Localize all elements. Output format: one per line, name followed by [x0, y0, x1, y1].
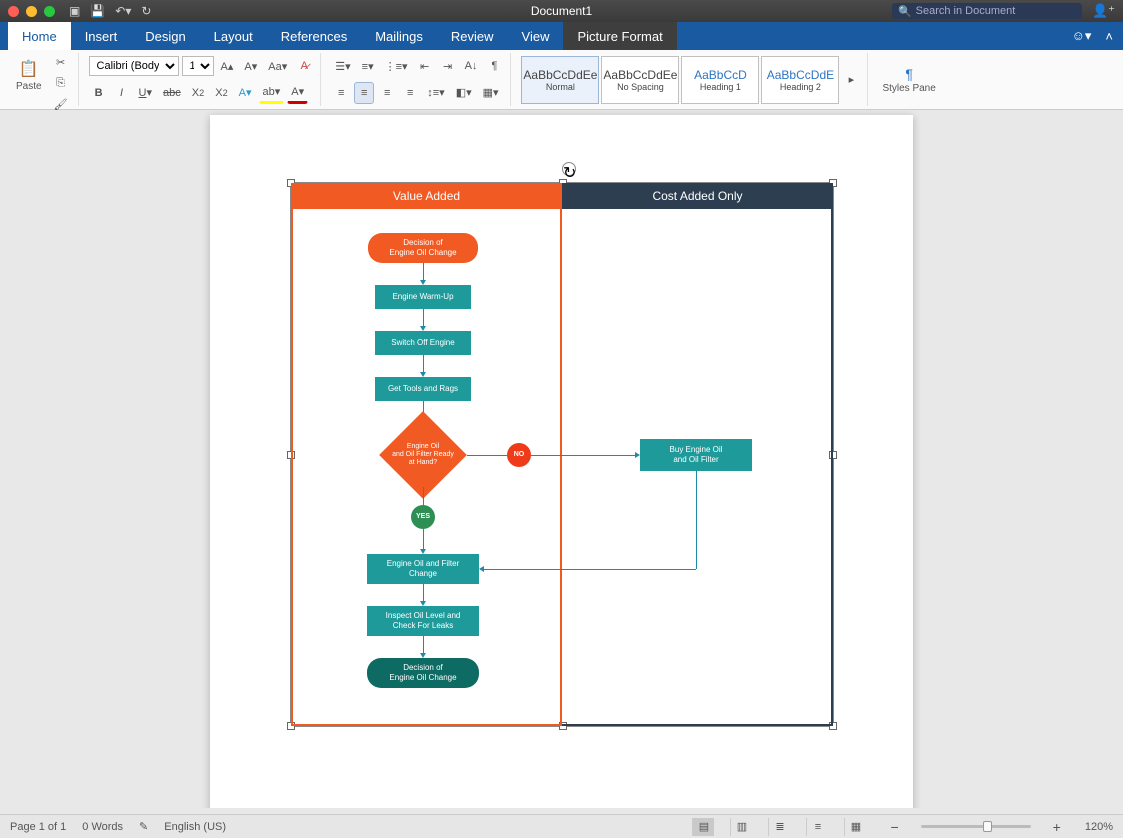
node-decision: Engine Oil and Oil Filter Ready at Hand? [379, 425, 467, 485]
strike-button[interactable]: abc [159, 82, 185, 104]
window-toggle-icon[interactable]: ▣ [69, 4, 80, 18]
italic-button[interactable]: I [112, 82, 132, 104]
ribbon: 📋 Paste ✂ ⎘ 🖌 Calibri (Body) 12 A▴ A▾ Aa… [0, 50, 1123, 110]
text-effects-icon[interactable]: A▾ [235, 82, 256, 104]
line-spacing-icon[interactable]: ↕≡▾ [423, 82, 448, 104]
change-case-icon[interactable]: Aa▾ [264, 55, 291, 77]
rotation-handle[interactable]: ↻ [562, 162, 576, 176]
node-yes: YES [411, 505, 435, 529]
share-icon[interactable]: 👤⁺ [1092, 3, 1115, 19]
shading-icon[interactable]: ◧▾ [452, 82, 476, 104]
tab-layout[interactable]: Layout [200, 22, 267, 50]
undo-icon[interactable]: ↶▾ [115, 4, 131, 18]
multilevel-list-icon[interactable]: ⋮≡▾ [381, 55, 412, 77]
view-web-layout-icon[interactable]: ▥ [730, 818, 752, 836]
zoom-level[interactable]: 120% [1085, 821, 1113, 833]
sort-icon[interactable]: A↓ [461, 55, 482, 77]
picture-selection[interactable]: Value Added Cost Added Only Decision of … [290, 182, 834, 727]
col-header-value-added: Value Added [291, 183, 562, 209]
copy-icon[interactable]: ⎘ [50, 74, 72, 93]
underline-button[interactable]: U▾ [135, 82, 156, 104]
redo-icon[interactable]: ↻ [141, 4, 151, 18]
page: ↻ Value Added Cost Added Only Decision o… [210, 115, 913, 808]
node-tools: Get Tools and Rags [375, 377, 471, 401]
highlight-icon[interactable]: ab▾ [259, 82, 285, 104]
node-change: Engine Oil and Filter Change [367, 554, 479, 584]
tab-picture-format[interactable]: Picture Format [563, 22, 676, 50]
node-no: NO [507, 443, 531, 467]
superscript-button[interactable]: X2 [211, 82, 231, 104]
clear-formatting-icon[interactable]: A̷ [294, 55, 314, 77]
flowchart-image: Value Added Cost Added Only Decision of … [291, 183, 833, 726]
zoom-slider[interactable] [921, 825, 1031, 828]
view-outline-icon[interactable]: ≣ [768, 818, 790, 836]
paste-button[interactable]: 📋 Paste [12, 53, 46, 97]
bold-button[interactable]: B [89, 82, 109, 104]
view-draft-icon[interactable]: ≡ [806, 818, 828, 836]
status-language[interactable]: English (US) [164, 821, 226, 833]
tab-home[interactable]: Home [8, 22, 71, 50]
align-center-icon[interactable]: ≡ [354, 82, 374, 104]
zoom-out-icon[interactable]: − [890, 819, 898, 835]
status-page[interactable]: Page 1 of 1 [10, 821, 66, 833]
tab-design[interactable]: Design [131, 22, 199, 50]
document-area[interactable]: ↻ Value Added Cost Added Only Decision o… [0, 110, 1123, 808]
node-end: Decision of Engine Oil Change [367, 658, 479, 688]
styles-pane-button[interactable]: ¶ Styles Pane [878, 58, 939, 102]
node-switchoff: Switch Off Engine [375, 331, 471, 355]
numbering-icon[interactable]: ≡▾ [358, 55, 378, 77]
subscript-button[interactable]: X2 [188, 82, 208, 104]
borders-icon[interactable]: ▦▾ [479, 82, 503, 104]
smiley-icon[interactable]: ☺▾ [1072, 28, 1092, 44]
tab-mailings[interactable]: Mailings [361, 22, 437, 50]
window-controls [8, 6, 55, 17]
style-heading-1[interactable]: AaBbCcD Heading 1 [681, 56, 759, 104]
view-focus-icon[interactable]: ▦ [844, 818, 866, 836]
style-no-spacing[interactable]: AaBbCcDdEe No Spacing [601, 56, 679, 104]
save-icon[interactable]: 💾 [90, 4, 105, 18]
close-icon[interactable] [8, 6, 19, 17]
show-marks-icon[interactable]: ¶ [484, 55, 504, 77]
font-color-icon[interactable]: A▾ [287, 82, 308, 104]
justify-icon[interactable]: ≡ [400, 82, 420, 104]
tab-view[interactable]: View [508, 22, 564, 50]
title-bar: ▣ 💾 ↶▾ ↻ Document1 🔍 Search in Document … [0, 0, 1123, 22]
font-size-select[interactable]: 12 [182, 56, 214, 76]
status-bar: Page 1 of 1 0 Words ✎ English (US) ▤ ▥ ≣… [0, 814, 1123, 838]
maximize-icon[interactable] [44, 6, 55, 17]
view-print-layout-icon[interactable]: ▤ [692, 818, 714, 836]
cut-icon[interactable]: ✂ [50, 53, 72, 72]
style-normal[interactable]: AaBbCcDdEe Normal [521, 56, 599, 104]
ribbon-tabs: Home Insert Design Layout References Mai… [0, 22, 1123, 50]
tab-insert[interactable]: Insert [71, 22, 132, 50]
align-left-icon[interactable]: ≡ [331, 82, 351, 104]
increase-indent-icon[interactable]: ⇥ [438, 55, 458, 77]
style-heading-2[interactable]: AaBbCcDdE Heading 2 [761, 56, 839, 104]
node-warmup: Engine Warm-Up [375, 285, 471, 309]
node-inspect: Inspect Oil Level and Check For Leaks [367, 606, 479, 636]
styles-more-icon[interactable]: ▸ [841, 56, 861, 104]
search-input[interactable]: 🔍 Search in Document [892, 3, 1082, 19]
node-buy: Buy Engine Oil and Oil Filter [640, 439, 752, 471]
collapse-ribbon-icon[interactable]: ˄ [1105, 29, 1113, 44]
decrease-font-icon[interactable]: A▾ [240, 55, 261, 77]
document-title: Document1 [531, 4, 592, 18]
font-select[interactable]: Calibri (Body) [89, 56, 179, 76]
style-gallery: AaBbCcDdEe Normal AaBbCcDdEe No Spacing … [521, 53, 861, 106]
decrease-indent-icon[interactable]: ⇤ [415, 55, 435, 77]
zoom-in-icon[interactable]: + [1053, 819, 1061, 835]
col-header-cost-added: Cost Added Only [562, 183, 833, 209]
bullets-icon[interactable]: ☰▾ [331, 55, 354, 77]
status-words[interactable]: 0 Words [82, 821, 123, 833]
increase-font-icon[interactable]: A▴ [217, 55, 238, 77]
spellcheck-icon[interactable]: ✎ [139, 820, 148, 833]
node-start: Decision of Engine Oil Change [368, 233, 478, 263]
tab-references[interactable]: References [267, 22, 361, 50]
tab-review[interactable]: Review [437, 22, 508, 50]
minimize-icon[interactable] [26, 6, 37, 17]
align-right-icon[interactable]: ≡ [377, 82, 397, 104]
